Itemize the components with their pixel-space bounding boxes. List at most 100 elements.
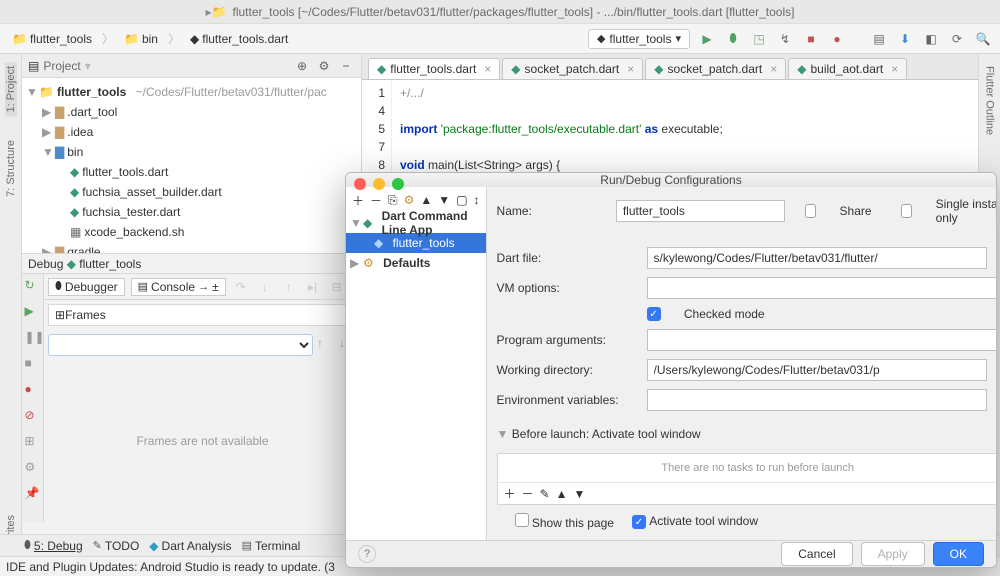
sync-icon[interactable]: ⟳	[948, 30, 966, 48]
config-tree[interactable]: ▼◆ Dart Command Line App ◆ flutter_tools…	[346, 213, 486, 540]
help-icon[interactable]: ?	[358, 545, 376, 563]
breadcrumb-bin[interactable]: 📁 bin	[120, 31, 162, 47]
tree-file[interactable]: ◆ fuchsia_tester.dart	[22, 202, 361, 222]
apply-button[interactable]: Apply	[861, 542, 925, 566]
project-tab[interactable]: 1: Project	[5, 62, 17, 116]
share-checkbox[interactable]	[805, 204, 816, 218]
tree-dart-tool[interactable]: ▶▇ .dart_tool	[22, 102, 361, 122]
close-icon[interactable]: ×	[627, 62, 634, 76]
pin-icon[interactable]: 📌	[25, 486, 41, 502]
record-icon[interactable]: ●	[828, 30, 846, 48]
status-message[interactable]: IDE and Plugin Updates: Android Studio i…	[6, 560, 335, 574]
todo-tool-tab[interactable]: ✎ TODO	[93, 539, 140, 553]
layout-icon[interactable]: ⊞	[25, 434, 41, 450]
rerun-icon[interactable]: ↻	[25, 278, 41, 294]
stop-icon[interactable]: ■	[802, 30, 820, 48]
mute-bp-icon[interactable]: ⊘	[25, 408, 41, 424]
name-input[interactable]	[616, 200, 785, 222]
bp-icon[interactable]: ●	[25, 382, 41, 398]
activate-tool-checkbox[interactable]: ✓	[632, 515, 646, 529]
wd-label: Working directory:	[497, 363, 637, 377]
run-to-icon[interactable]: ▸|	[304, 278, 322, 296]
args-input[interactable]	[647, 329, 997, 351]
close-icon[interactable]: ×	[770, 62, 777, 76]
dartfile-input[interactable]	[647, 247, 987, 269]
close-icon[interactable]: ×	[891, 62, 898, 76]
editor-tabs: ◆flutter_tools.dart× ◆socket_patch.dart×…	[362, 54, 978, 80]
minimize-window-icon[interactable]	[373, 178, 385, 190]
env-input[interactable]	[647, 389, 987, 411]
checked-mode-checkbox[interactable]: ✓	[647, 307, 661, 321]
stop-run-icon[interactable]: ■	[25, 356, 41, 372]
remove-config-icon[interactable]: －	[370, 192, 382, 209]
debugger-tab[interactable]: ⬮ Debugger	[48, 278, 125, 296]
layout-icon[interactable]: ◧	[922, 30, 940, 48]
wd-input[interactable]	[647, 359, 987, 381]
move-up-icon[interactable]: ▲	[420, 193, 432, 207]
show-page-checkbox[interactable]	[515, 513, 529, 527]
sort-icon[interactable]: ↕	[474, 193, 480, 207]
add-config-icon[interactable]: ＋	[352, 192, 364, 209]
debug-icon[interactable]: ⬮	[724, 30, 742, 48]
gear-icon[interactable]: ⚙	[315, 57, 333, 75]
move-down-icon[interactable]: ▼	[438, 193, 450, 207]
tree-file[interactable]: ◆ flutter_tools.dart	[22, 162, 361, 182]
before-launch-label[interactable]: Before launch: Activate tool window	[512, 427, 701, 441]
eval-icon[interactable]: ⊟	[328, 278, 346, 296]
dialog-titlebar[interactable]: Run/Debug Configurations	[346, 173, 996, 187]
project-panel-header: ▤Project ▾ ⊕⚙⎯	[22, 54, 361, 78]
tree-root[interactable]: ▼📁 flutter_tools ~/Codes/Flutter/betav03…	[22, 82, 361, 102]
frame-up-icon[interactable]: ↑	[317, 336, 335, 354]
collapse-icon[interactable]: ⊕	[293, 57, 311, 75]
project-tree[interactable]: ▼📁 flutter_tools ~/Codes/Flutter/betav03…	[22, 78, 361, 254]
close-icon[interactable]: ×	[484, 62, 491, 76]
ok-button[interactable]: OK	[933, 542, 984, 566]
resume-icon[interactable]: ▶	[25, 304, 41, 320]
terminal-tab[interactable]: ▤ Terminal	[242, 539, 301, 553]
tree-idea[interactable]: ▶▇ .idea	[22, 122, 361, 142]
run-icon[interactable]: ▶	[698, 30, 716, 48]
tree-bin[interactable]: ▼▇ bin	[22, 142, 361, 162]
tree-file[interactable]: ◆ fuchsia_asset_builder.dart	[22, 182, 361, 202]
cancel-button[interactable]: Cancel	[781, 542, 852, 566]
pause-icon[interactable]: ❚❚	[25, 330, 41, 346]
tree-gradle[interactable]: ▶▇ gradle	[22, 242, 361, 254]
single-instance-checkbox[interactable]	[901, 204, 912, 218]
step-into-icon[interactable]: ↓	[256, 278, 274, 296]
folder-icon[interactable]: ▢	[456, 193, 467, 207]
step-out-icon[interactable]: ↑	[280, 278, 298, 296]
dart-analysis-tab[interactable]: ◆ Dart Analysis	[149, 539, 231, 553]
editor-tab[interactable]: ◆flutter_tools.dart×	[368, 58, 500, 79]
bl-add-icon[interactable]: ＋	[504, 485, 516, 502]
edit-defaults-icon[interactable]: ⚙	[404, 193, 415, 207]
editor-tab[interactable]: ◆build_aot.dart×	[788, 58, 907, 79]
vm-label: VM options:	[497, 281, 637, 295]
copy-config-icon[interactable]: ⎘	[388, 193, 398, 208]
attach-icon[interactable]: ↯	[776, 30, 794, 48]
hide-icon[interactable]: ⎯	[337, 57, 355, 75]
tree-file[interactable]: ▦ xcode_backend.sh	[22, 222, 361, 242]
search-icon[interactable]: 🔍	[974, 30, 992, 48]
config-group[interactable]: ▼◆ Dart Command Line App	[346, 213, 486, 233]
flutter-outline-tab[interactable]: Flutter Outline	[984, 62, 996, 139]
run-config-selector[interactable]: ◆ flutter_tools ▾	[588, 29, 690, 49]
step-over-icon[interactable]: ↷	[232, 278, 250, 296]
debug-tool-tab[interactable]: ⬮ 5: Debug	[24, 539, 83, 553]
profile-icon[interactable]: ◳	[750, 30, 768, 48]
close-window-icon[interactable]	[354, 178, 366, 190]
sdk-icon[interactable]: ⬇	[896, 30, 914, 48]
breadcrumb-root[interactable]: 📁 flutter_tools	[8, 31, 96, 47]
breadcrumb-file[interactable]: ◆ flutter_tools.dart	[186, 31, 292, 47]
vm-input[interactable]	[647, 277, 997, 299]
avd-icon[interactable]: ▤	[870, 30, 888, 48]
zoom-window-icon[interactable]	[392, 178, 404, 190]
run-debug-config-dialog: Run/Debug Configurations ＋ － ⎘ ⚙ ▲ ▼ ▢ ↕…	[345, 172, 997, 568]
bl-remove-icon: －	[522, 485, 534, 502]
frames-select[interactable]	[48, 334, 313, 356]
editor-tab[interactable]: ◆socket_patch.dart×	[502, 58, 643, 79]
settings-icon[interactable]: ⚙	[25, 460, 41, 476]
console-tab[interactable]: ▤ Console →±	[131, 278, 226, 296]
structure-tab[interactable]: 7: Structure	[5, 136, 17, 201]
config-defaults[interactable]: ▶⚙ Defaults	[346, 253, 486, 273]
editor-tab[interactable]: ◆socket_patch.dart×	[645, 58, 786, 79]
